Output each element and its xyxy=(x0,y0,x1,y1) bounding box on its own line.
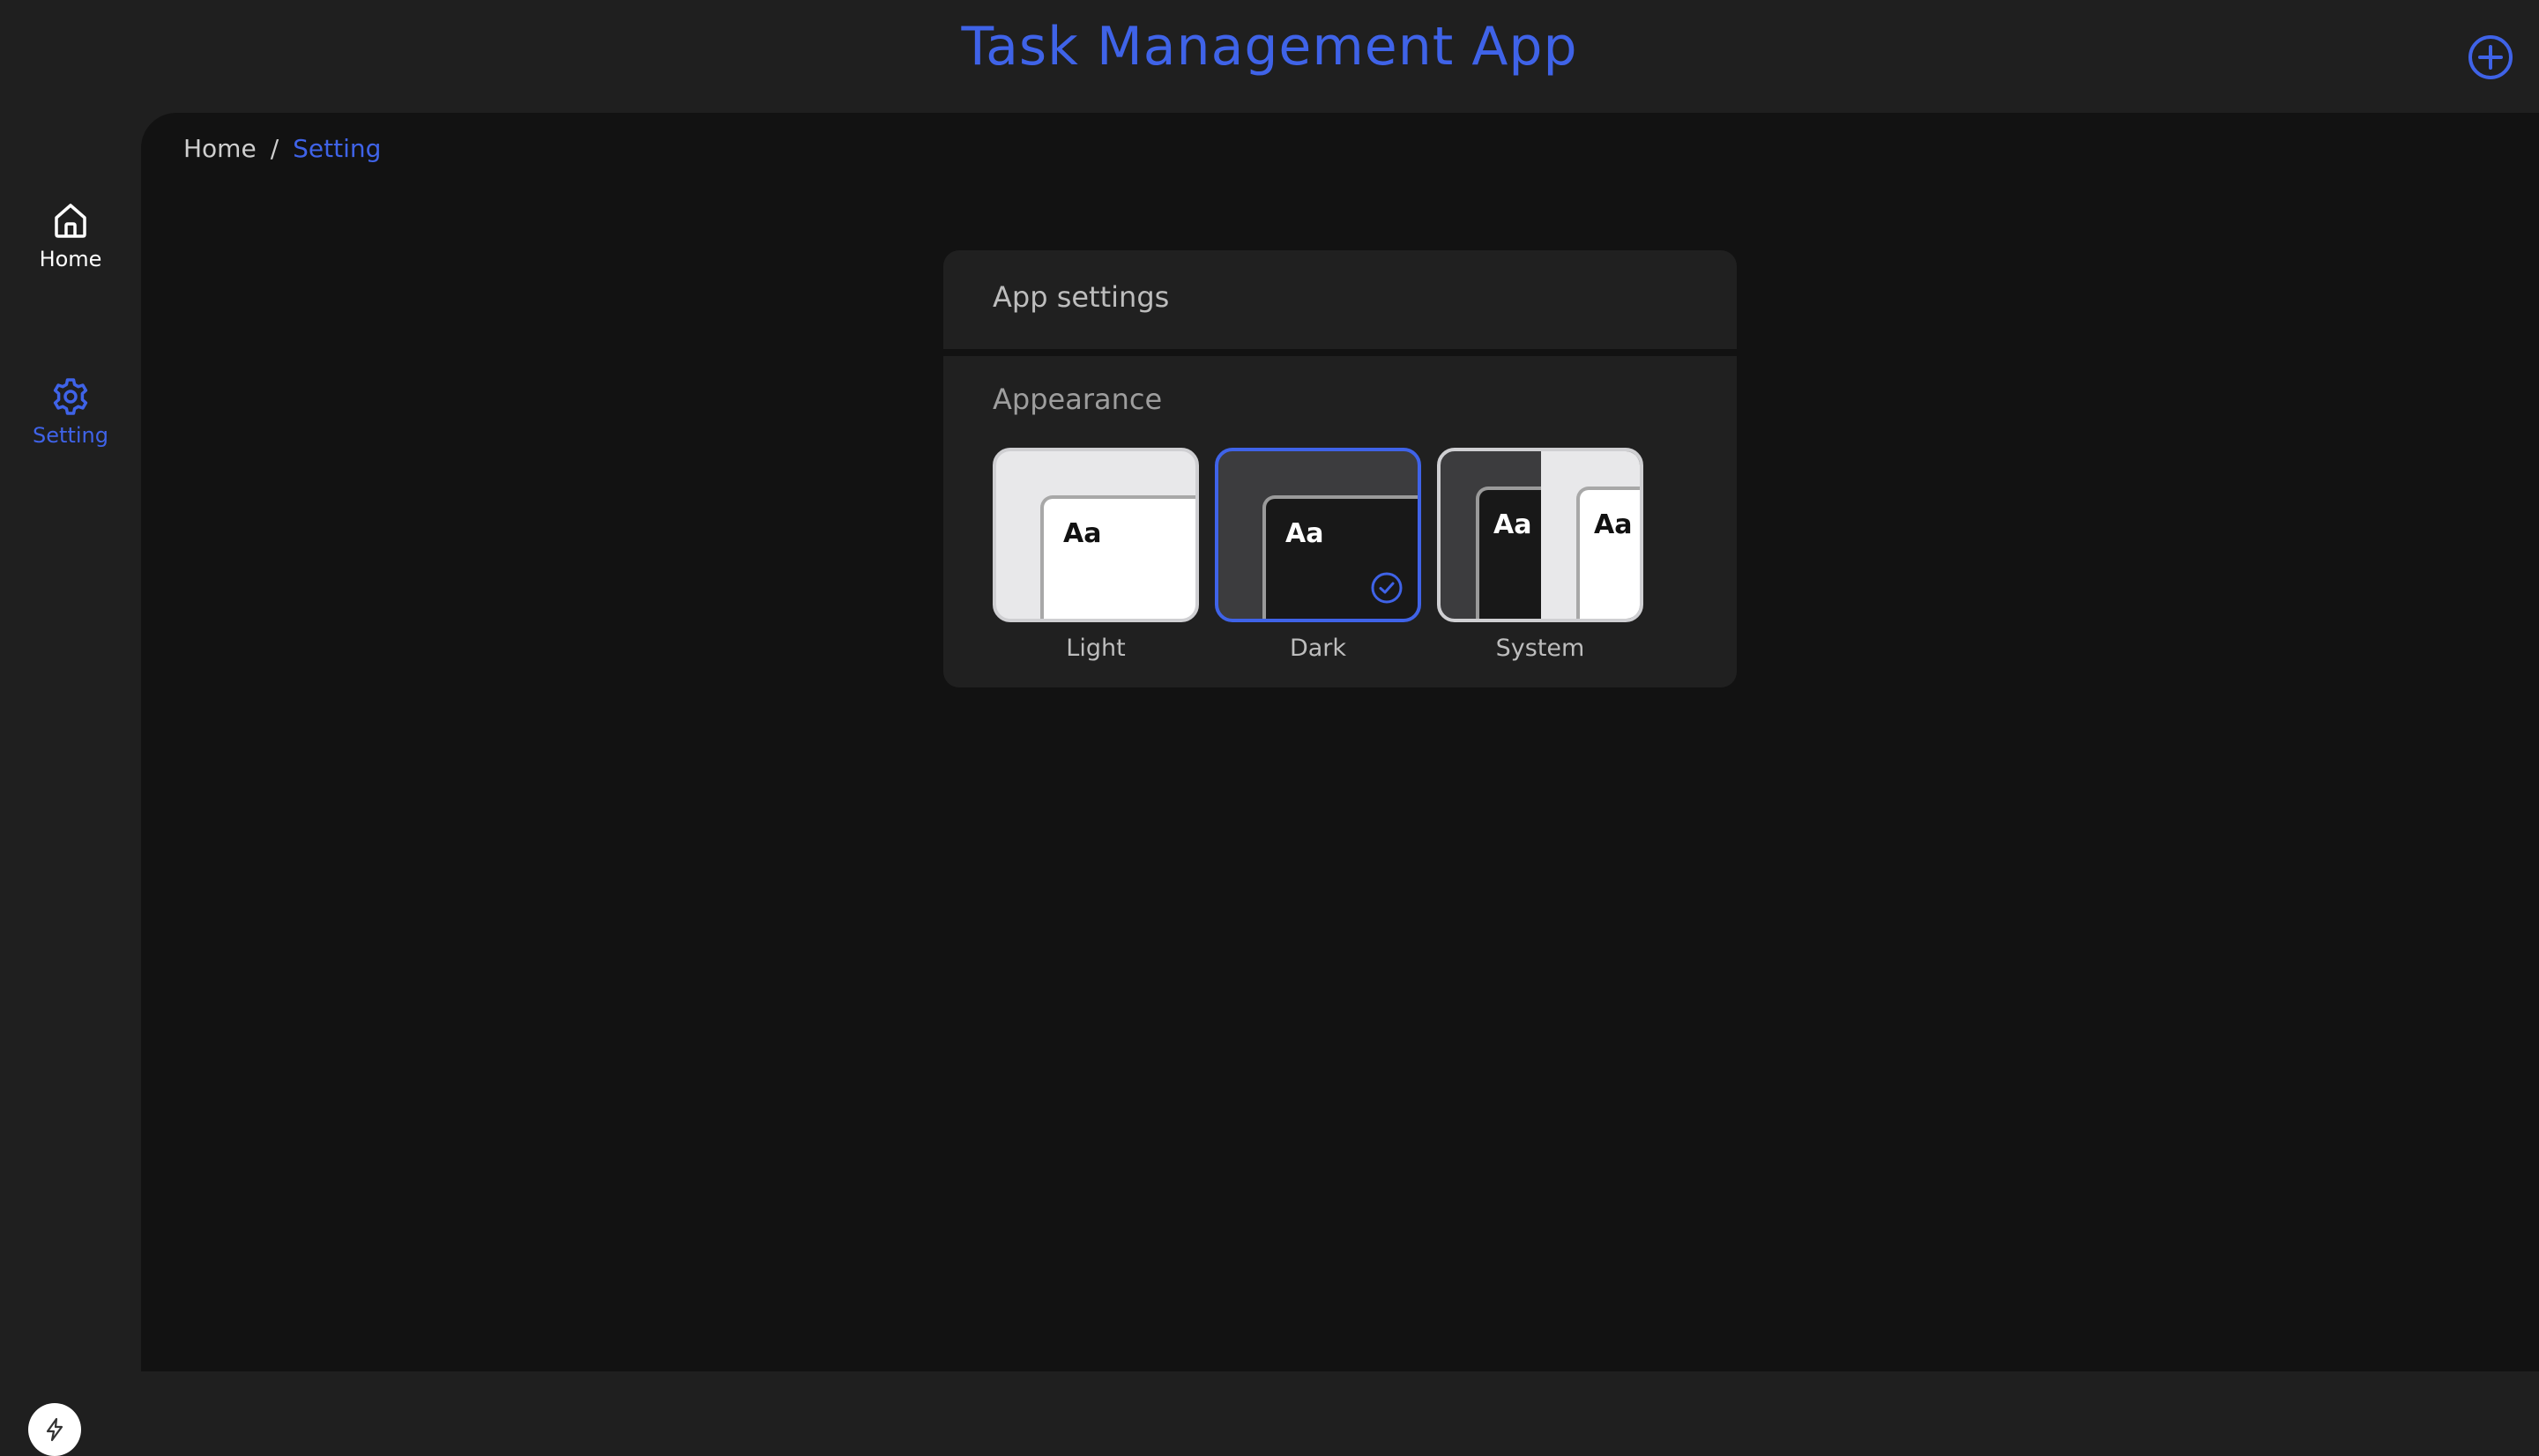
breadcrumb-separator: / xyxy=(270,134,279,163)
sidebar: Home Setting xyxy=(0,113,141,1456)
app-title: Task Management App xyxy=(961,16,1578,78)
theme-option-dark[interactable]: Aa Dark xyxy=(1215,448,1421,662)
preview-sample-text: Aa xyxy=(1476,487,1541,619)
sidebar-item-label: Home xyxy=(39,247,102,271)
theme-preview-light: Aa xyxy=(993,448,1199,622)
preview-sample-text: Aa xyxy=(1040,495,1195,619)
theme-label-dark: Dark xyxy=(1289,635,1347,662)
plus-circle-icon xyxy=(2468,35,2513,79)
quick-action-button[interactable] xyxy=(28,1403,81,1456)
settings-card-header: App settings xyxy=(943,250,1737,349)
preview-sample-text: Aa xyxy=(1576,487,1640,619)
theme-label-system: System xyxy=(1495,635,1585,662)
theme-option-light[interactable]: Aa Light xyxy=(993,448,1199,662)
settings-title: App settings xyxy=(993,280,1170,314)
breadcrumb-home-link[interactable]: Home xyxy=(183,134,257,163)
breadcrumb-current: Setting xyxy=(293,134,382,163)
lightning-icon xyxy=(46,1417,63,1442)
gear-icon xyxy=(53,378,88,415)
add-task-button[interactable] xyxy=(2467,33,2514,81)
theme-preview-system: Aa Aa xyxy=(1437,448,1643,622)
appearance-section: Appearance Aa Light Aa Dark Aa Aa System xyxy=(943,356,1737,687)
sidebar-item-label: Setting xyxy=(33,423,108,448)
theme-label-light: Light xyxy=(1066,635,1126,662)
main-content: Home / Setting App settings Appearance A… xyxy=(141,113,2539,1371)
theme-preview-dark: Aa xyxy=(1215,448,1421,622)
app-header: Task Management App xyxy=(0,0,2539,113)
check-circle-icon xyxy=(1371,572,1403,604)
appearance-label: Appearance xyxy=(993,383,1163,416)
theme-option-system[interactable]: Aa Aa System xyxy=(1437,448,1643,662)
sidebar-item-setting[interactable]: Setting xyxy=(0,375,141,448)
sidebar-item-home[interactable]: Home xyxy=(0,199,141,271)
breadcrumb: Home / Setting xyxy=(183,134,381,163)
home-icon xyxy=(55,204,86,238)
